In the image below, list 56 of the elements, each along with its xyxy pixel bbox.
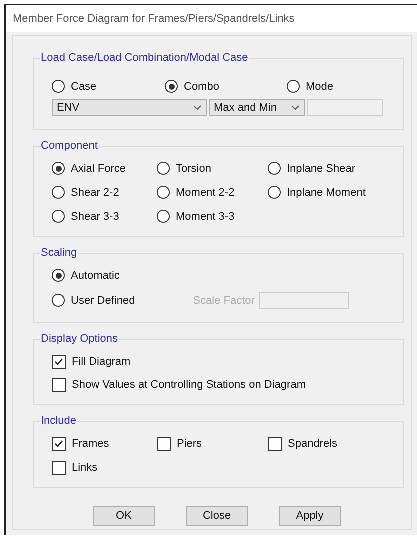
chevron-down-icon xyxy=(291,104,300,110)
checkbox[interactable] xyxy=(268,436,282,450)
radio-label: Axial Force xyxy=(71,162,126,174)
dropdown[interactable]: Max and Min xyxy=(209,99,305,116)
radio-button[interactable] xyxy=(165,80,178,93)
radio-button[interactable] xyxy=(52,80,65,93)
radio-label: Torsion xyxy=(176,162,212,174)
checkbox-label: Frames xyxy=(72,438,110,450)
radio-label: Mode xyxy=(306,80,334,92)
radio-button[interactable] xyxy=(52,186,65,199)
radio-button[interactable] xyxy=(52,294,65,307)
dropdown-value: ENV xyxy=(57,102,80,114)
dialog-button[interactable]: Apply xyxy=(279,506,341,526)
chevron-down-icon xyxy=(193,104,202,110)
checkbox-label: Piers xyxy=(177,438,202,450)
radio-button[interactable] xyxy=(157,210,170,223)
checkmark-icon xyxy=(54,438,64,448)
radio-label: Case xyxy=(71,80,97,92)
group-title: Include xyxy=(40,415,78,427)
radio-label: Moment 2-2 xyxy=(176,186,235,198)
checkbox[interactable] xyxy=(52,354,66,368)
group-title: Component xyxy=(40,140,99,152)
checkbox-label: Links xyxy=(72,462,98,474)
checkbox[interactable] xyxy=(52,436,66,450)
radio-label: Shear 2-2 xyxy=(71,186,120,198)
radio-button[interactable] xyxy=(52,162,65,175)
radio-label: User Defined xyxy=(71,294,136,306)
dropdown-value: Max and Min xyxy=(214,102,277,114)
radio-label: Shear 3-3 xyxy=(71,210,120,222)
radio-button[interactable] xyxy=(268,162,281,175)
checkbox[interactable] xyxy=(52,378,66,392)
radio-button[interactable] xyxy=(52,210,65,223)
checkbox-label: Fill Diagram xyxy=(72,356,131,368)
radio-button[interactable] xyxy=(287,80,300,93)
radio-button[interactable] xyxy=(52,269,65,282)
group-title: Load Case/Load Combination/Modal Case xyxy=(40,52,250,64)
dropdown[interactable]: ENV xyxy=(52,99,207,116)
radio-label: Automatic xyxy=(71,270,120,282)
group-title: Display Options xyxy=(40,333,120,345)
checkbox[interactable] xyxy=(157,436,171,450)
radio-button[interactable] xyxy=(157,162,170,175)
checkbox-label: Spandrels xyxy=(288,438,338,450)
radio-label: Inplane Shear xyxy=(287,162,356,174)
checkmark-icon xyxy=(54,356,64,366)
radio-button[interactable] xyxy=(268,186,281,199)
window-title: Member Force Diagram for Frames/Piers/Spandrels/Links xyxy=(13,12,295,24)
checkbox[interactable] xyxy=(52,460,66,474)
dialog-button[interactable]: OK xyxy=(93,506,155,526)
radio-button[interactable] xyxy=(157,186,170,199)
checkbox-label: Show Values at Controlling Stations on Diagram xyxy=(72,378,306,390)
radio-label: Moment 3-3 xyxy=(176,210,235,222)
field-label: Scale Factor xyxy=(193,294,255,306)
radio-label: Inplane Moment xyxy=(287,186,366,198)
dialog-button[interactable]: Close xyxy=(186,506,248,526)
radio-label: Combo xyxy=(184,80,220,92)
group-title: Scaling xyxy=(40,247,78,259)
